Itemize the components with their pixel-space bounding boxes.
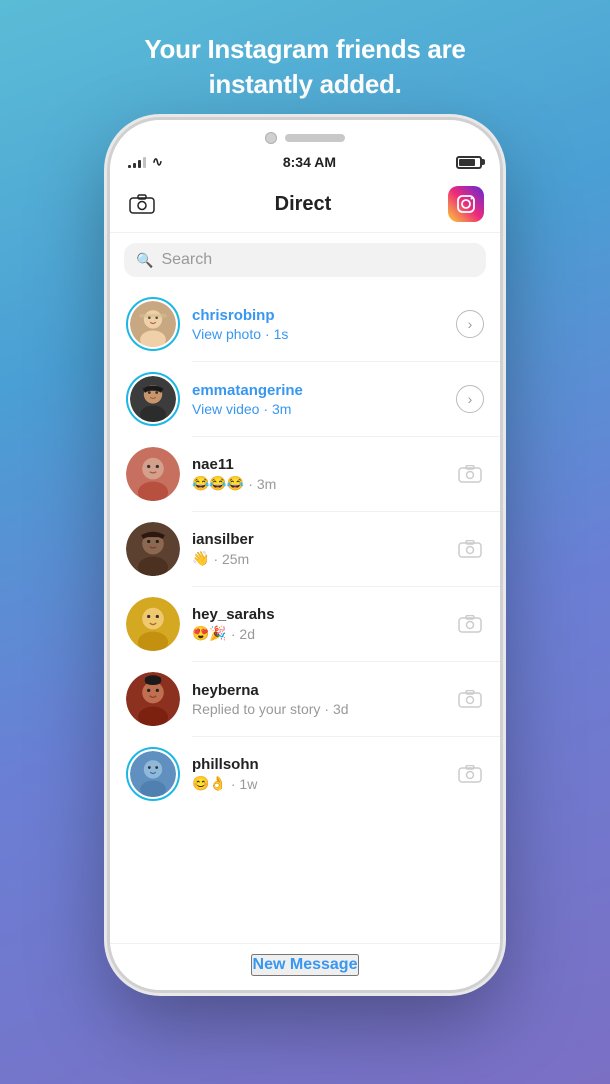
conversation-preview: Replied to your story · 3d bbox=[192, 701, 444, 717]
list-item[interactable]: heyberna Replied to your story · 3d bbox=[110, 662, 500, 736]
conversation-preview: View video · 3m bbox=[192, 401, 444, 417]
status-left: ∿ bbox=[128, 154, 163, 170]
app-header: Direct bbox=[110, 176, 500, 233]
list-item[interactable]: chrisrobinp View photo · 1s › bbox=[110, 287, 500, 361]
conversation-info: nae11 😂😂😂 · 3m bbox=[192, 456, 444, 492]
list-item[interactable]: hey_sarahs 😍🎉 · 2d bbox=[110, 587, 500, 661]
app-title: Direct bbox=[275, 193, 332, 216]
status-bar: ∿ 8:34 AM bbox=[110, 150, 500, 176]
conversation-preview: 😂😂😂 · 3m bbox=[192, 475, 444, 492]
phone-screen: Direct 🔍 Search bbox=[110, 176, 500, 990]
conversation-preview: 😍🎉 · 2d bbox=[192, 625, 444, 642]
avatar bbox=[126, 672, 180, 726]
conversation-name: phillsohn bbox=[192, 756, 444, 773]
conversation-info: hey_sarahs 😍🎉 · 2d bbox=[192, 606, 444, 642]
conversation-name: emmatangerine bbox=[192, 382, 444, 399]
conversation-preview: 👋 · 25m bbox=[192, 550, 444, 567]
conversation-preview: 😊👌 · 1w bbox=[192, 775, 444, 792]
search-icon: 🔍 bbox=[136, 252, 153, 269]
search-bar[interactable]: 🔍 Search bbox=[124, 243, 486, 277]
conversation-info: chrisrobinp View photo · 1s bbox=[192, 307, 444, 342]
conversation-preview: View photo · 1s bbox=[192, 326, 444, 342]
view-arrow: › bbox=[456, 310, 484, 338]
phone-top: ∿ 8:34 AM bbox=[110, 120, 500, 176]
avatar bbox=[126, 372, 180, 426]
conversation-info: iansilber 👋 · 25m bbox=[192, 531, 444, 567]
conversation-action[interactable]: › bbox=[456, 385, 484, 413]
conversation-action[interactable] bbox=[456, 685, 484, 713]
conversation-action[interactable] bbox=[456, 760, 484, 788]
conversation-name: iansilber bbox=[192, 531, 444, 548]
conversation-info: emmatangerine View video · 3m bbox=[192, 382, 444, 417]
avatar bbox=[126, 522, 180, 576]
avatar bbox=[126, 297, 180, 351]
avatar bbox=[126, 747, 180, 801]
header-title: Your Instagram friends are instantly add… bbox=[144, 32, 465, 102]
list-item[interactable]: phillsohn 😊👌 · 1w bbox=[110, 737, 500, 811]
camera-area bbox=[265, 132, 345, 144]
conversation-action[interactable] bbox=[456, 610, 484, 638]
conversation-action[interactable] bbox=[456, 460, 484, 488]
conversation-info: heyberna Replied to your story · 3d bbox=[192, 682, 444, 717]
new-message-section: New Message bbox=[110, 943, 500, 990]
list-item[interactable]: nae11 😂😂😂 · 3m bbox=[110, 437, 500, 511]
instagram-icon[interactable] bbox=[448, 186, 484, 222]
avatar bbox=[126, 447, 180, 501]
speaker bbox=[285, 134, 345, 142]
camera-button[interactable] bbox=[126, 188, 158, 220]
conversation-action[interactable] bbox=[456, 535, 484, 563]
conversation-name: heyberna bbox=[192, 682, 444, 699]
search-placeholder: Search bbox=[161, 251, 212, 269]
front-camera bbox=[265, 132, 277, 144]
battery-icon bbox=[456, 156, 482, 169]
signal-bars bbox=[128, 156, 146, 168]
phone-shell: ∿ 8:34 AM Direct bbox=[110, 120, 500, 990]
conversation-name: chrisrobinp bbox=[192, 307, 444, 324]
avatar bbox=[126, 597, 180, 651]
list-item[interactable]: emmatangerine View video · 3m › bbox=[110, 362, 500, 436]
conversation-list: chrisrobinp View photo · 1s › bbox=[110, 287, 500, 943]
conversation-info: phillsohn 😊👌 · 1w bbox=[192, 756, 444, 792]
conversation-name: nae11 bbox=[192, 456, 444, 473]
wifi-icon: ∿ bbox=[152, 154, 163, 170]
status-time: 8:34 AM bbox=[283, 154, 336, 170]
view-arrow: › bbox=[456, 385, 484, 413]
list-item[interactable]: iansilber 👋 · 25m bbox=[110, 512, 500, 586]
conversation-action[interactable]: › bbox=[456, 310, 484, 338]
new-message-button[interactable]: New Message bbox=[251, 954, 360, 976]
status-right bbox=[456, 156, 482, 169]
conversation-name: hey_sarahs bbox=[192, 606, 444, 623]
